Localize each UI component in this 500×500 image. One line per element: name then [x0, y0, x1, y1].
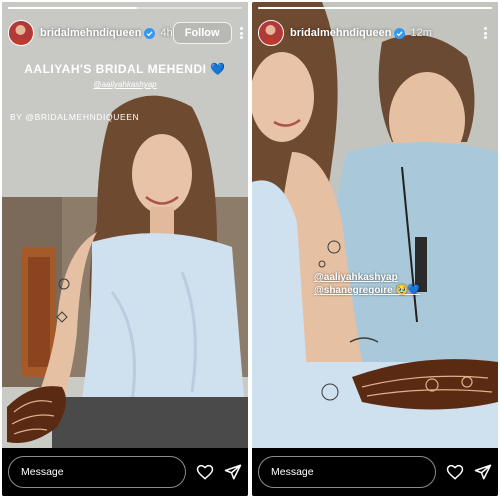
story-progress-fill: [8, 7, 137, 9]
verified-icon: [394, 27, 406, 39]
avatar[interactable]: [8, 20, 34, 46]
heart-icon[interactable]: [196, 463, 214, 481]
story-progress-bar: [8, 7, 242, 9]
blue-heart-emoji: 💙: [210, 62, 226, 76]
mention-sticker[interactable]: @aaliyahkashyap: [2, 80, 248, 89]
story-header: bridalmehndiqueen 4h Follow: [8, 18, 243, 48]
story-footer: Message: [2, 448, 248, 496]
story-photo-couple: [252, 2, 498, 448]
more-icon[interactable]: [239, 25, 243, 41]
story-title: AALIYAH'S BRIDAL MEHENDI 💙: [2, 62, 248, 76]
username[interactable]: bridalmehndiqueen: [40, 27, 141, 39]
story-card-left[interactable]: bridalmehndiqueen 4h Follow AALIYAH'S BR…: [2, 2, 248, 496]
heart-icon[interactable]: [446, 463, 464, 481]
post-time: 12m: [410, 27, 432, 39]
message-input[interactable]: Message: [258, 456, 436, 488]
story-header: bridalmehndiqueen 12m: [258, 18, 492, 48]
message-placeholder: Message: [271, 466, 314, 478]
story-card-right[interactable]: bridalmehndiqueen 12m @aaliyahkashyap @s…: [252, 2, 498, 496]
more-icon[interactable]: [478, 25, 492, 41]
story-footer: Message: [252, 448, 498, 496]
username[interactable]: bridalmehndiqueen: [290, 27, 391, 39]
credit-text: BY @BRIDALMEHNDIQUEEN: [10, 112, 140, 122]
mention-tag-groom[interactable]: @shanegregoire 🥹💙: [314, 285, 420, 296]
message-placeholder: Message: [21, 466, 64, 478]
message-input[interactable]: Message: [8, 456, 186, 488]
story-progress-fill: [258, 7, 492, 9]
mention-tag-bride[interactable]: @aaliyahkashyap: [314, 272, 398, 283]
story-progress-bar: [258, 7, 492, 9]
send-icon[interactable]: [474, 463, 492, 481]
avatar[interactable]: [258, 20, 284, 46]
send-icon[interactable]: [224, 463, 242, 481]
story-title-text: AALIYAH'S BRIDAL MEHENDI: [24, 62, 207, 76]
verified-icon: [144, 27, 156, 39]
follow-button[interactable]: Follow: [172, 22, 232, 44]
post-time: 4h: [160, 27, 173, 39]
